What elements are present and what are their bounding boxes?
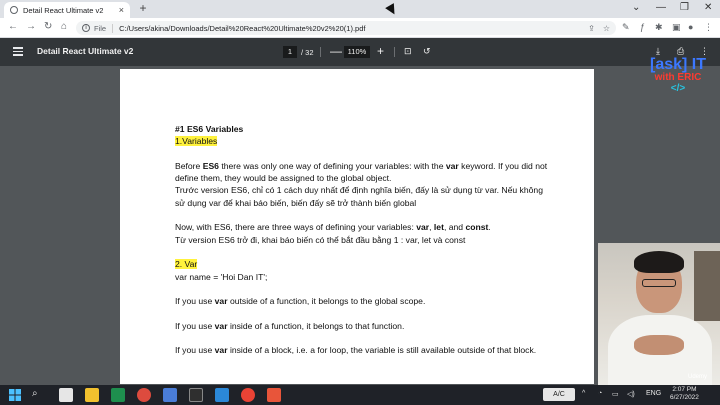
- search-icon[interactable]: ⌕: [32, 388, 46, 402]
- task-view-icon[interactable]: [59, 388, 73, 402]
- terminal-icon[interactable]: [189, 388, 203, 402]
- paragraph-three-ways-vi: Từ version ES6 trở đi, khai báo biến có …: [175, 234, 466, 245]
- highlighted-subheading: 1.Variables: [175, 136, 218, 147]
- paragraph-before-es6: Before ES6 there was only one way of def…: [175, 160, 548, 184]
- back-icon[interactable]: ←: [8, 21, 18, 32]
- windows-start-icon[interactable]: [8, 388, 22, 402]
- zoom-input[interactable]: 110%: [344, 46, 370, 58]
- pdf-toolbar: Detail React Ultimate v2 1 / 32 — 110% +…: [0, 38, 720, 66]
- battery-icon[interactable]: ▭: [612, 390, 619, 398]
- browser-tabstrip: Detail React Ultimate v2 × + ⌄ — ❐ ✕: [0, 0, 720, 18]
- volume-icon[interactable]: ◁): [627, 390, 635, 398]
- home-icon[interactable]: ⌂: [61, 21, 67, 32]
- highlighted-section-var: 2. Var: [175, 259, 198, 270]
- chrome-active-icon[interactable]: [241, 388, 255, 402]
- extensions-icon[interactable]: ✱: [655, 22, 663, 33]
- more-menu-icon[interactable]: ⋮: [704, 22, 713, 33]
- vscode-icon[interactable]: [215, 388, 229, 402]
- restore-button[interactable]: ❐: [680, 2, 689, 13]
- function-extension-icon[interactable]: ƒ: [640, 22, 645, 32]
- system-clock[interactable]: 2:07 PM 6/27/2022: [670, 386, 699, 402]
- info-icon[interactable]: i: [82, 24, 90, 32]
- rotate-icon[interactable]: ↺: [423, 46, 431, 57]
- url-input[interactable]: i File C:/Users/akina/Downloads/Detail%2…: [76, 21, 616, 35]
- excel-icon[interactable]: [111, 388, 125, 402]
- paragraph-before-es6-vi: Trước version ES6, chỉ có 1 cách duy nhấ…: [175, 185, 543, 208]
- channel-logo: [ask] IT with ERIC </>: [636, 56, 720, 94]
- udemy-watermark: Udemy: [688, 374, 708, 380]
- pdf-page: #1 ES6 Variables 1.Variables Before ES6 …: [120, 69, 594, 384]
- page-total: / 32: [301, 48, 314, 57]
- share-icon[interactable]: ⇪: [588, 24, 595, 33]
- language-indicator[interactable]: ENG: [646, 390, 661, 397]
- chrome-icon[interactable]: [137, 388, 151, 402]
- webcam-overlay: [598, 243, 720, 385]
- app-red-icon[interactable]: [267, 388, 281, 402]
- app-icon[interactable]: [163, 388, 177, 402]
- logo-line-2: with ERIC: [654, 72, 702, 83]
- browser-tab[interactable]: Detail React Ultimate v2 ×: [4, 2, 130, 18]
- address-bar: ← → ↻ ⌂ i File C:/Users/akina/Downloads/…: [0, 18, 720, 38]
- logo-code-symbol: </>: [670, 83, 686, 94]
- reload-icon[interactable]: ↻: [44, 21, 52, 32]
- bookmark-star-icon[interactable]: ☆: [603, 24, 610, 33]
- zoom-in-button[interactable]: +: [377, 44, 384, 58]
- globe-icon: [10, 6, 18, 14]
- paragraph-var-function: If you use var inside of a function, it …: [175, 320, 405, 331]
- sidebar-icon[interactable]: ▣: [672, 22, 681, 33]
- tray-chevron-icon[interactable]: ^: [582, 390, 585, 397]
- zoom-out-button[interactable]: —: [330, 44, 342, 58]
- toolbar-divider: [394, 47, 395, 57]
- pen-extension-icon[interactable]: ✎: [622, 22, 630, 33]
- clock-date: 6/27/2022: [670, 394, 699, 401]
- fit-page-icon[interactable]: ⊡: [404, 46, 412, 57]
- profile-avatar[interactable]: ●: [688, 22, 693, 32]
- menu-icon[interactable]: [13, 47, 23, 56]
- page-number-input[interactable]: 1: [283, 46, 297, 58]
- new-tab-button[interactable]: +: [136, 2, 150, 16]
- page-content: #1 ES6 Variables 1.Variables Before ES6 …: [175, 123, 555, 357]
- document-title: Detail React Ultimate v2: [37, 46, 134, 56]
- forward-icon[interactable]: →: [26, 21, 36, 32]
- clock-time: 2:07 PM: [672, 386, 697, 393]
- paragraph-var-global: If you use var outside of a function, it…: [175, 296, 426, 307]
- input-mode-indicator[interactable]: A/C: [543, 388, 575, 401]
- tab-title: Detail React Ultimate v2: [23, 5, 104, 15]
- paragraph-var-block: If you use var inside of a block, i.e. a…: [175, 345, 537, 356]
- paragraph-three-ways: Now, with ES6, there are three ways of d…: [175, 222, 491, 233]
- minimize-button[interactable]: —: [656, 2, 666, 13]
- url-text: C:/Users/akina/Downloads/Detail%20React%…: [119, 23, 366, 33]
- network-icon[interactable]: ◔: [598, 390, 602, 397]
- toolbar-divider: [320, 47, 321, 57]
- chevron-down-icon[interactable]: ⌄: [632, 2, 640, 13]
- section-heading: #1 ES6 Variables: [175, 124, 244, 134]
- code-line: var name = 'Hoi Dan IT';: [175, 271, 268, 282]
- close-tab-icon[interactable]: ×: [119, 5, 124, 15]
- file-label: File: [94, 23, 114, 33]
- close-window-button[interactable]: ✕: [704, 2, 712, 13]
- file-explorer-icon[interactable]: [85, 388, 99, 402]
